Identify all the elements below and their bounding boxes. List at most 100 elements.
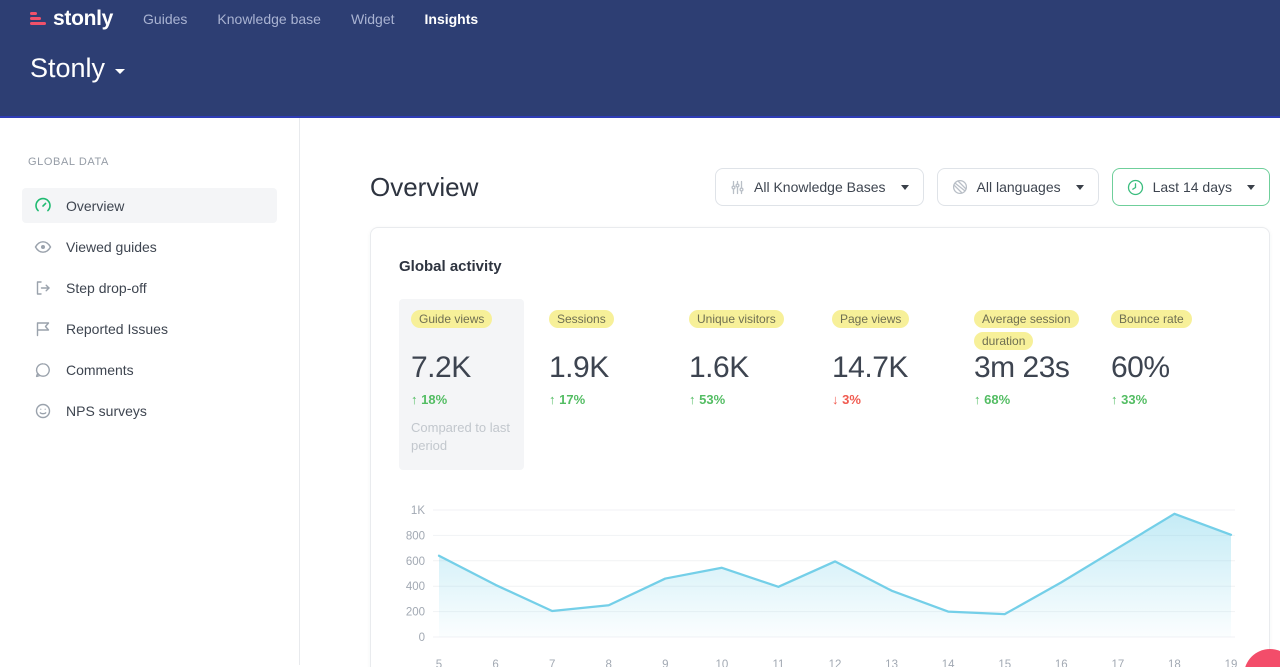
date-range-filter[interactable]: Last 14 days bbox=[1112, 168, 1270, 206]
page-title: Overview bbox=[370, 172, 478, 203]
chevron-down-icon bbox=[115, 69, 125, 74]
sidebar-item-label: Step drop-off bbox=[66, 280, 147, 296]
chevron-down-icon bbox=[1247, 185, 1255, 190]
nav-item-guides[interactable]: Guides bbox=[143, 11, 187, 27]
metric-label: Sessions bbox=[549, 310, 614, 328]
step-exit-icon bbox=[34, 279, 52, 297]
sidebar-item-label: Reported Issues bbox=[66, 321, 168, 337]
metric-label: Guide views bbox=[411, 310, 492, 328]
comment-icon bbox=[34, 361, 52, 379]
languages-filter[interactable]: All languages bbox=[937, 168, 1099, 206]
eye-icon bbox=[34, 238, 52, 256]
arrow-up-icon: ↑ bbox=[974, 392, 981, 407]
sidebar-item-reported-issues[interactable]: Reported Issues bbox=[22, 311, 277, 346]
metric-note: Compared to last period bbox=[411, 419, 512, 454]
x-axis-label: 12 bbox=[829, 659, 842, 667]
nav-item-widget[interactable]: Widget bbox=[351, 11, 395, 27]
metric-selected-tile: Guide views 7.2K ↑ 18% Compared to last … bbox=[399, 299, 524, 470]
y-axis-label: 400 bbox=[406, 581, 425, 593]
filters-bar: All Knowledge Bases All languages bbox=[715, 168, 1270, 206]
metric-change: ↓ 3% bbox=[832, 392, 974, 407]
metric-change: ↑ 68% bbox=[974, 392, 1111, 407]
x-axis-label: 15 bbox=[998, 659, 1011, 667]
activity-area-chart: 02004006008001K5678910111213141516171819 bbox=[399, 498, 1241, 667]
metric-value: 1.9K bbox=[549, 351, 689, 385]
arrow-up-icon: ↑ bbox=[689, 392, 696, 407]
metric-change: ↑ 33% bbox=[1111, 392, 1229, 407]
sidebar-item-label: NPS surveys bbox=[66, 403, 147, 419]
x-axis-label: 19 bbox=[1225, 659, 1238, 667]
filter-label: All Knowledge Bases bbox=[754, 179, 886, 195]
top-navbar: stonly Guides Knowledge base Widget Insi… bbox=[0, 0, 1280, 37]
y-axis-label: 200 bbox=[406, 607, 425, 619]
metric-value: 60% bbox=[1111, 351, 1229, 385]
arrow-up-icon: ↑ bbox=[411, 392, 418, 407]
x-axis-label: 11 bbox=[772, 659, 784, 667]
nav-item-insights[interactable]: Insights bbox=[425, 11, 479, 27]
stonly-logo-text: stonly bbox=[53, 7, 113, 31]
y-axis-label: 600 bbox=[406, 556, 425, 568]
x-axis-label: 18 bbox=[1168, 659, 1181, 667]
metric-avg-session-duration[interactable]: Average session duration 3m 23s ↑ 68% bbox=[974, 299, 1111, 407]
metrics-row: Guide views 7.2K ↑ 18% Compared to last … bbox=[399, 299, 1241, 470]
x-axis-label: 16 bbox=[1055, 659, 1068, 667]
nav-item-knowledge-base[interactable]: Knowledge base bbox=[217, 11, 321, 27]
stonly-logo[interactable]: stonly bbox=[30, 7, 113, 31]
metric-label: Page views bbox=[832, 310, 909, 328]
arrow-up-icon: ↑ bbox=[1111, 392, 1118, 407]
sidebar-item-comments[interactable]: Comments bbox=[22, 352, 277, 387]
sidebar-item-label: Comments bbox=[66, 362, 134, 378]
chevron-down-icon bbox=[1076, 185, 1084, 190]
app-header: stonly Guides Knowledge base Widget Insi… bbox=[0, 0, 1280, 118]
sidebar-item-step-drop-off[interactable]: Step drop-off bbox=[22, 270, 277, 305]
y-axis-label: 800 bbox=[406, 530, 425, 542]
x-axis-label: 17 bbox=[1111, 659, 1124, 667]
globe-icon bbox=[952, 179, 968, 195]
x-axis-label: 8 bbox=[606, 659, 612, 667]
x-axis-label: 9 bbox=[662, 659, 668, 667]
flag-icon bbox=[34, 320, 52, 338]
x-axis-label: 6 bbox=[492, 659, 498, 667]
metric-bounce-rate[interactable]: Bounce rate 60% ↑ 33% bbox=[1111, 299, 1229, 407]
metric-change: ↑ 18% bbox=[411, 392, 512, 407]
metric-label: Average session duration bbox=[974, 310, 1079, 350]
stonly-logo-icon bbox=[30, 12, 46, 25]
metric-page-views[interactable]: Page views 14.7K ↓ 3% bbox=[832, 299, 974, 407]
metric-label: Bounce rate bbox=[1111, 310, 1192, 328]
metric-value: 1.6K bbox=[689, 351, 832, 385]
metric-value: 14.7K bbox=[832, 351, 974, 385]
y-axis-label: 0 bbox=[419, 632, 425, 644]
smiley-icon bbox=[34, 402, 52, 420]
metric-value: 7.2K bbox=[411, 351, 512, 385]
chevron-down-icon bbox=[901, 185, 909, 190]
metric-unique-visitors[interactable]: Unique visitors 1.6K ↑ 53% bbox=[689, 299, 832, 407]
sidebar-item-nps-surveys[interactable]: NPS surveys bbox=[22, 393, 277, 428]
metric-guide-views[interactable]: Guide views 7.2K ↑ 18% Compared to last … bbox=[399, 299, 549, 470]
metric-change: ↑ 53% bbox=[689, 392, 832, 407]
x-axis-label: 14 bbox=[942, 659, 955, 667]
sidebar: GLOBAL DATA Overview Viewed guides bbox=[0, 118, 300, 665]
metric-value: 3m 23s bbox=[974, 351, 1111, 385]
gauge-icon bbox=[34, 197, 52, 215]
arrow-down-icon: ↓ bbox=[832, 392, 839, 407]
sidebar-item-label: Viewed guides bbox=[66, 239, 157, 255]
arrow-up-icon: ↑ bbox=[549, 392, 556, 407]
workspace-title[interactable]: Stonly bbox=[30, 53, 105, 84]
x-axis-label: 7 bbox=[549, 659, 555, 667]
metric-change: ↑ 17% bbox=[549, 392, 689, 407]
x-axis-label: 5 bbox=[436, 659, 442, 667]
sliders-icon bbox=[730, 180, 745, 195]
global-activity-card: Global activity Guide views 7.2K ↑ 18% C… bbox=[370, 227, 1270, 667]
y-axis-label: 1K bbox=[411, 505, 425, 517]
sidebar-item-overview[interactable]: Overview bbox=[22, 188, 277, 223]
clock-icon bbox=[1127, 179, 1144, 196]
filter-label: All languages bbox=[977, 179, 1061, 195]
sidebar-item-viewed-guides[interactable]: Viewed guides bbox=[22, 229, 277, 264]
metric-sessions[interactable]: Sessions 1.9K ↑ 17% bbox=[549, 299, 689, 407]
x-axis-label: 13 bbox=[885, 659, 898, 667]
main-content: Overview All Knowledge Bases bbox=[300, 118, 1280, 665]
workspace-selector[interactable]: Stonly bbox=[0, 37, 1280, 84]
knowledge-bases-filter[interactable]: All Knowledge Bases bbox=[715, 168, 924, 206]
card-title: Global activity bbox=[399, 258, 1241, 275]
chart-area-fill bbox=[439, 514, 1231, 637]
